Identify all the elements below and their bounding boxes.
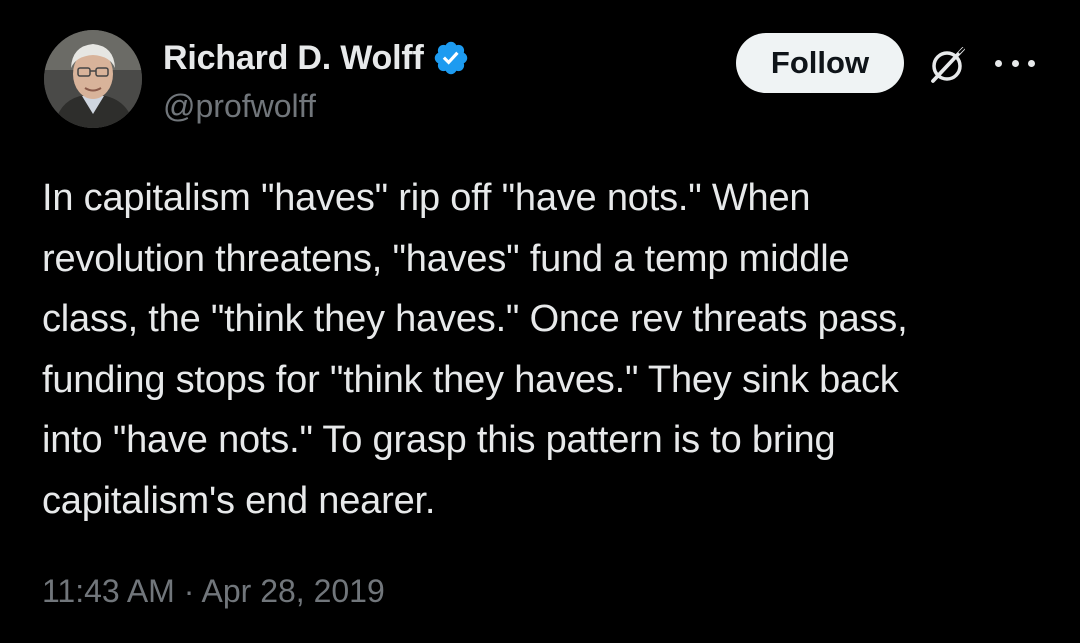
tweet-text-line: In capitalism "haves" rip off "have nots… <box>42 177 811 219</box>
avatar-image <box>44 30 142 128</box>
author-handle[interactable]: @profwolff <box>163 88 316 125</box>
more-options-icon[interactable] <box>995 50 1035 76</box>
tweet-text-line: revolution threatens, "haves" fund a tem… <box>42 237 850 280</box>
more-dot <box>1028 59 1035 67</box>
more-dot <box>1011 59 1019 67</box>
author-name-row: Richard D. Wolff <box>163 36 470 80</box>
tweet-text: In capitalism "haves" rip off "have nots… <box>42 168 1042 531</box>
avatar[interactable] <box>44 30 142 128</box>
tweet-text-line: capitalism's end nearer. <box>42 479 436 522</box>
tweet-card: Richard D. Wolff @profwolff Follow In ca… <box>0 0 1080 643</box>
grok-icon[interactable] <box>925 42 971 88</box>
tweet-text-line: into "have nots." To grasp this pattern … <box>42 419 836 461</box>
author-display-name[interactable]: Richard D. Wolff <box>163 39 424 78</box>
tweet-text-line: funding stops for "think they haves." Th… <box>42 358 899 401</box>
tweet-timestamp[interactable]: 11:43 AM · Apr 28, 2019 <box>42 573 385 610</box>
follow-button[interactable]: Follow <box>736 33 904 93</box>
verified-badge-icon[interactable] <box>432 39 470 77</box>
tweet-text-line: class, the "think they haves." Once rev … <box>42 298 908 340</box>
more-dot <box>995 59 1002 67</box>
